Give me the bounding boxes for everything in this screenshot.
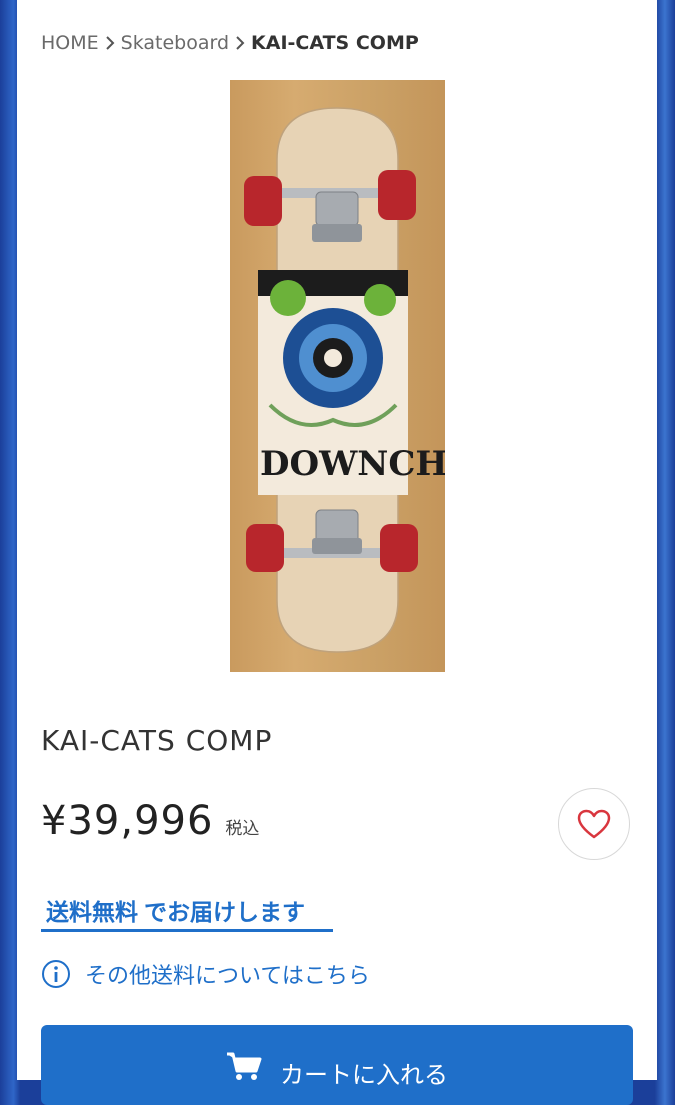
shipping-suffix: でお届けします <box>144 899 305 926</box>
deck-logo: DOWNCH <box>260 444 445 484</box>
tax-label: 税込 <box>225 819 260 839</box>
breadcrumb-home[interactable]: HOME <box>41 32 99 54</box>
shipping-info-link[interactable]: その他送料についてはこちら <box>41 958 370 990</box>
breadcrumb-skateboard[interactable]: Skateboard <box>121 32 229 54</box>
chevron-right-icon <box>229 35 251 51</box>
product-title: KAI-CATS COMP <box>41 724 273 757</box>
shipping-info-text: その他送料についてはこちら <box>85 964 370 989</box>
favorite-button[interactable] <box>558 788 630 860</box>
free-shipping-label: 送料無料 <box>46 899 138 926</box>
heart-icon <box>577 809 611 839</box>
chevron-right-icon <box>99 35 121 51</box>
breadcrumb: HOME Skateboard KAI-CATS COMP <box>41 30 419 56</box>
price-row: ¥39,996 税込 <box>41 798 259 844</box>
cart-icon <box>227 1052 262 1080</box>
free-shipping-banner: 送料無料 でお届けします <box>41 890 333 932</box>
breadcrumb-current: KAI-CATS COMP <box>251 32 419 54</box>
info-icon <box>42 960 70 988</box>
add-to-cart-button[interactable]: カートに入れる <box>41 1025 633 1105</box>
product-image[interactable]: DOWNCH <box>230 80 445 672</box>
add-to-cart-label: カートに入れる <box>280 1061 448 1089</box>
product-price: ¥39,996 <box>41 798 214 844</box>
product-page: HOME Skateboard KAI-CATS COMP DOWNCH KAI… <box>17 0 657 1105</box>
